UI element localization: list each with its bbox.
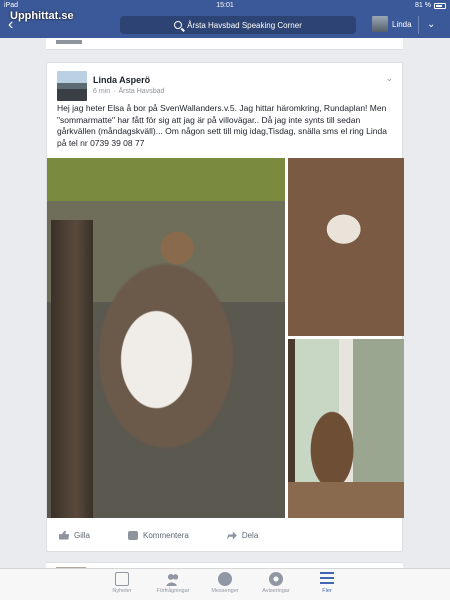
tab-news[interactable]: Nyheter	[97, 572, 147, 594]
tab-more-label: Fler	[322, 588, 332, 594]
menu-icon	[320, 572, 334, 586]
comment-icon	[128, 530, 139, 540]
share-icon	[226, 531, 237, 540]
tab-messenger[interactable]: Messenger	[200, 572, 250, 594]
tab-more[interactable]: Fler	[302, 572, 352, 594]
nav-row: ‹ Upphittat.se Årsta Havsbad Speaking Co…	[0, 10, 450, 38]
post-actions: Gilla Kommentera Dela	[47, 524, 404, 546]
battery-status: 81 %	[415, 0, 446, 12]
chevron-down-icon[interactable]: ⌄	[427, 16, 435, 34]
share-button[interactable]: Dela	[226, 530, 259, 540]
previous-post-stub	[46, 38, 403, 50]
globe-icon	[269, 572, 283, 586]
comment-button[interactable]: Kommentera	[128, 530, 189, 540]
search-icon	[174, 21, 183, 29]
news-feed-icon	[115, 572, 129, 586]
avatar	[372, 16, 388, 32]
photo-grid	[47, 158, 404, 518]
friends-icon	[166, 572, 180, 586]
photo-cat-by-window[interactable]	[288, 339, 404, 518]
battery-percent: 81 %	[415, 2, 431, 9]
tab-messenger-label: Messenger	[211, 588, 239, 594]
post-text: Hej jag heter Elsa å bor på SvenWallande…	[57, 103, 387, 148]
nav-divider	[418, 16, 419, 34]
post-author[interactable]: Linda Asperö	[93, 75, 150, 85]
post-card: Linda Asperö 6 min · Årsta Havsbad ⌄ Hej…	[46, 62, 404, 552]
share-label: Dela	[241, 530, 259, 540]
battery-icon	[434, 3, 446, 9]
post-time[interactable]: 6 min	[93, 88, 110, 95]
meta-separator: ·	[113, 88, 116, 95]
author-avatar[interactable]	[57, 71, 87, 101]
profile-name: Linda	[392, 19, 412, 29]
thumbs-up-icon	[59, 530, 69, 540]
photo-cat-lying[interactable]	[47, 158, 285, 518]
post-location[interactable]: Årsta Havsbad	[118, 88, 164, 95]
search-bar[interactable]: Årsta Havsbad Speaking Corner	[120, 16, 356, 34]
comment-label: Kommentera	[143, 530, 189, 540]
top-bar: iPad 15:01 81 % ‹ Upphittat.se Årsta Hav…	[0, 0, 450, 38]
profile-button[interactable]: Linda	[372, 16, 412, 32]
search-text: Årsta Havsbad Speaking Corner	[187, 20, 302, 30]
tab-friend-requests-label: Förfrågningar	[156, 588, 190, 594]
like-label: Gilla	[74, 530, 91, 540]
tab-notifications-label: Aviseringar	[262, 588, 290, 594]
messenger-icon	[218, 572, 232, 586]
tab-friend-requests[interactable]: Förfrågningar	[148, 572, 198, 594]
bottom-tab-bar: Nyheter Förfrågningar Messenger Aviserin…	[0, 568, 450, 600]
chevron-down-icon[interactable]: ⌄	[385, 73, 393, 84]
like-button[interactable]: Gilla	[59, 530, 91, 540]
tab-news-label: Nyheter	[112, 588, 132, 594]
tab-notifications[interactable]: Aviseringar	[251, 572, 301, 594]
post-meta: 6 min · Årsta Havsbad	[93, 88, 164, 95]
photo-cat-on-bench[interactable]	[288, 158, 404, 336]
watermark-text: Upphittat.se	[10, 10, 74, 22]
